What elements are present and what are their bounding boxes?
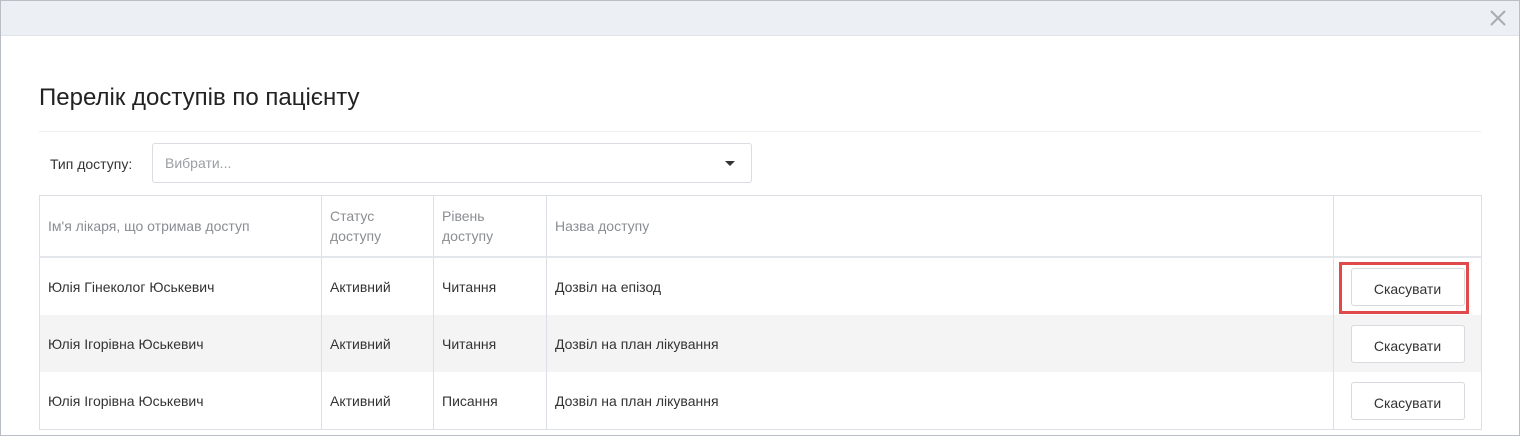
table-row: Юлія Ігорівна Юськевич Активний Писання …	[39, 372, 1482, 430]
table-row: Юлія Ігорівна Юськевич Активний Читання …	[39, 315, 1482, 372]
column-header-access-name: Назва доступу	[546, 195, 1334, 258]
column-header-actions	[1333, 195, 1482, 258]
doctor-name-cell: Юлія Ігорівна Юськевич	[39, 372, 322, 430]
status-cell: Активний	[321, 372, 434, 430]
title-divider	[39, 131, 1481, 132]
cancel-access-button[interactable]: Скасувати	[1350, 324, 1465, 363]
action-cell: Скасувати	[1333, 315, 1482, 372]
column-header-status: Статус доступу	[321, 195, 434, 258]
cancel-access-button[interactable]: Скасувати	[1350, 381, 1465, 420]
doctor-name-cell: Юлія Ігорівна Юськевич	[39, 315, 322, 372]
column-header-doctor: Ім'я лікаря, що отримав доступ	[39, 195, 322, 258]
access-name-cell: Дозвіл на епізод	[546, 257, 1334, 315]
access-type-filter: Тип доступу: Вибрати...	[50, 143, 752, 185]
dialog-title: Перелік доступів по пацієнту	[39, 84, 360, 111]
access-type-label: Тип доступу:	[50, 156, 133, 172]
level-cell: Читання	[433, 315, 547, 372]
dialog-header-bar	[1, 1, 1519, 36]
access-table: Ім'я лікаря, що отримав доступ Статус до…	[39, 195, 1482, 430]
table-header-row: Ім'я лікаря, що отримав доступ Статус до…	[39, 195, 1482, 258]
access-type-select[interactable]: Вибрати...	[152, 143, 752, 183]
column-header-level: Рівень доступу	[433, 195, 547, 258]
cancel-access-button[interactable]: Скасувати	[1350, 267, 1465, 306]
action-cell: Скасувати	[1334, 372, 1482, 430]
level-cell: Читання	[433, 257, 547, 315]
access-name-cell: Дозвіл на план лікування	[546, 372, 1334, 430]
close-icon[interactable]	[1487, 7, 1509, 29]
status-cell: Активний	[321, 315, 434, 372]
table-row: Юлія Гінеколог Юськевич Активний Читання…	[39, 257, 1482, 315]
doctor-name-cell: Юлія Гінеколог Юськевич	[39, 257, 322, 315]
access-type-placeholder: Вибрати...	[165, 155, 232, 171]
level-cell: Писання	[433, 372, 547, 430]
caret-down-icon	[725, 161, 735, 166]
access-name-cell: Дозвіл на план лікування	[546, 315, 1334, 372]
action-cell: Скасувати	[1334, 257, 1482, 315]
access-list-dialog: Перелік доступів по пацієнту Тип доступу…	[0, 0, 1520, 436]
status-cell: Активний	[321, 257, 434, 315]
